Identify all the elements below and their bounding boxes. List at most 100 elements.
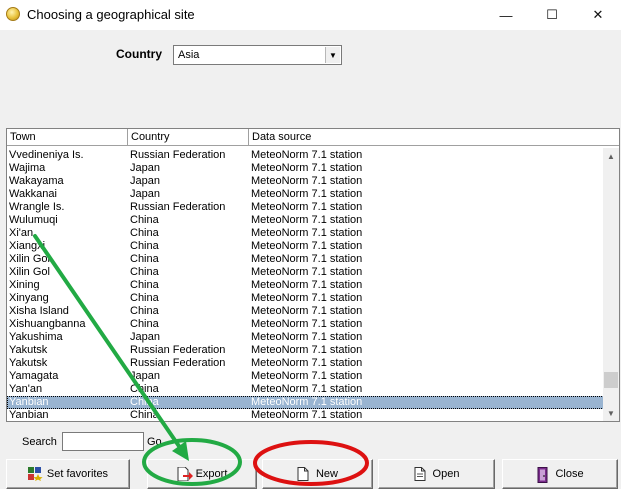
table-row[interactable]: Xi'an China MeteoNorm 7.1 station — [7, 227, 604, 240]
vertical-scrollbar[interactable]: ▲ ▼ — [603, 148, 619, 421]
scroll-thumb[interactable] — [604, 372, 618, 388]
country-cell: China — [130, 266, 159, 278]
table-row[interactable]: Yakutsk Russian Federation MeteoNorm 7.1 s… — [7, 344, 604, 357]
data-source-cell: MeteoNorm 7.1 station — [251, 253, 363, 265]
go-button[interactable]: Go — [147, 436, 162, 448]
country-select[interactable]: Asia ▼ — [173, 45, 342, 65]
table-row[interactable]: Wakayama Japan MeteoNorm 7.1 station — [7, 175, 604, 188]
town-cell: Yanbian — [9, 409, 49, 421]
country-cell: Japan — [130, 188, 160, 200]
door-exit-icon — [536, 467, 550, 483]
sites-list[interactable]: Town Country Data source Vvedineniya Is.… — [6, 128, 620, 422]
open-label: Open — [432, 468, 460, 480]
data-source-cell: MeteoNorm 7.1 station — [251, 266, 363, 278]
country-cell: China — [130, 227, 159, 239]
list-header: Town Country Data source — [7, 129, 619, 147]
country-cell: Japan — [130, 162, 160, 174]
scroll-down-icon[interactable]: ▼ — [603, 405, 619, 421]
table-row[interactable]: Wajima Japan MeteoNorm 7.1 station — [7, 162, 604, 175]
table-row[interactable]: Yanbian China MeteoNorm 7.1 station — [7, 396, 604, 409]
data-source-cell: MeteoNorm 7.1 station — [251, 318, 363, 330]
new-document-icon — [297, 467, 311, 481]
maximize-button[interactable]: ☐ — [529, 0, 575, 30]
country-label: Country — [116, 47, 162, 61]
app-coin-icon — [6, 7, 20, 21]
open-button[interactable]: Open — [378, 459, 495, 489]
export-label: Export — [195, 468, 228, 480]
search-label: Search — [22, 436, 57, 448]
country-selected-value: Asia — [178, 49, 200, 61]
country-cell: Russian Federation — [130, 201, 226, 213]
table-row[interactable]: Yan'an China MeteoNorm 7.1 station — [7, 383, 604, 396]
table-row[interactable]: Vvedineniya Is. Russian Federation MeteoNo… — [7, 149, 604, 162]
country-cell: Russian Federation — [130, 357, 226, 369]
data-source-cell: MeteoNorm 7.1 station — [251, 214, 363, 226]
new-label: New — [315, 468, 338, 480]
data-source-cell: MeteoNorm 7.1 station — [251, 409, 363, 421]
town-cell: Wakayama — [9, 175, 64, 187]
town-cell: Yakutsk — [9, 357, 48, 369]
data-source-cell: MeteoNorm 7.1 station — [251, 331, 363, 343]
list-rows: Vvedineniya Is. Russian Federation MeteoNo… — [7, 149, 604, 421]
town-cell: Wrangle Is. — [9, 201, 65, 213]
country-cell: China — [130, 396, 159, 408]
town-cell: Xining — [9, 279, 40, 291]
data-source-cell: MeteoNorm 7.1 station — [251, 175, 363, 187]
minimize-button[interactable]: — — [483, 0, 529, 30]
town-cell: Xisha Island — [9, 305, 69, 317]
column-header-data-source[interactable]: Data source — [249, 129, 619, 146]
table-row[interactable]: Yanbian China MeteoNorm 7.1 station — [7, 409, 604, 421]
set-favorites-button[interactable]: Set favorites — [6, 459, 130, 489]
scroll-up-icon[interactable]: ▲ — [603, 148, 619, 164]
town-cell: Yamagata — [9, 370, 59, 382]
data-source-cell: MeteoNorm 7.1 station — [251, 279, 363, 291]
new-button[interactable]: New — [262, 459, 373, 489]
town-cell: Wajima — [9, 162, 46, 174]
data-source-cell: MeteoNorm 7.1 station — [251, 188, 363, 200]
table-row[interactable]: Yakutsk Russian Federation MeteoNorm 7.1 s… — [7, 357, 604, 370]
town-cell: Xilin Gol — [9, 266, 50, 278]
dropdown-arrow-icon[interactable]: ▼ — [325, 47, 340, 63]
table-row[interactable]: Yamagata Japan MeteoNorm 7.1 station — [7, 370, 604, 383]
annotation-arrow-head — [172, 441, 189, 461]
table-row[interactable]: Yakushima Japan MeteoNorm 7.1 station — [7, 331, 604, 344]
table-row[interactable]: Wrangle Is. Russian Federation MeteoNorm 7… — [7, 201, 604, 214]
country-cell: China — [130, 279, 159, 291]
data-source-cell: MeteoNorm 7.1 station — [251, 396, 363, 408]
town-cell: Xiangxi — [9, 240, 46, 252]
close-button[interactable]: Close — [502, 459, 618, 489]
table-row[interactable]: Xisha Island China MeteoNorm 7.1 station — [7, 305, 604, 318]
table-row[interactable]: Xishuangbanna China MeteoNorm 7.1 station — [7, 318, 604, 331]
table-row[interactable]: Xining China MeteoNorm 7.1 station — [7, 279, 604, 292]
table-row[interactable]: Xinyang China MeteoNorm 7.1 station — [7, 292, 604, 305]
table-row[interactable]: Wulumuqi China MeteoNorm 7.1 station — [7, 214, 604, 227]
country-cell: Japan — [130, 331, 160, 343]
data-source-cell: MeteoNorm 7.1 station — [251, 162, 363, 174]
search-input[interactable] — [62, 432, 144, 451]
town-cell: Xishuangbanna — [9, 318, 86, 330]
open-document-icon — [414, 467, 428, 481]
table-row[interactable]: Xilin Gol China MeteoNorm 7.1 station — [7, 266, 604, 279]
favorites-icon — [27, 467, 43, 481]
town-cell: Wulumuqi — [9, 214, 58, 226]
country-cell: China — [130, 318, 159, 330]
table-row[interactable]: Xilin Gol China MeteoNorm 7.1 station — [7, 253, 604, 266]
country-cell: China — [130, 240, 159, 252]
town-cell: Yan'an — [9, 383, 43, 395]
country-cell: China — [130, 253, 159, 265]
town-cell: Wakkanai — [9, 188, 57, 200]
table-row[interactable]: Xiangxi China MeteoNorm 7.1 station — [7, 240, 604, 253]
close-window-button[interactable]: ✕ — [575, 0, 621, 30]
country-cell: China — [130, 409, 159, 421]
country-cell: Japan — [130, 370, 160, 382]
export-icon — [177, 466, 193, 482]
table-row[interactable]: Wakkanai Japan MeteoNorm 7.1 station — [7, 188, 604, 201]
town-cell: Xi'an — [9, 227, 34, 239]
town-cell: Xilin Gol — [9, 253, 50, 265]
set-favorites-label: Set favorites — [46, 468, 109, 480]
export-button[interactable]: Export — [147, 459, 257, 489]
column-header-country[interactable]: Country — [128, 129, 249, 146]
column-header-town[interactable]: Town — [7, 129, 128, 146]
country-cell: Russian Federation — [130, 344, 226, 356]
country-cell: China — [130, 292, 159, 304]
